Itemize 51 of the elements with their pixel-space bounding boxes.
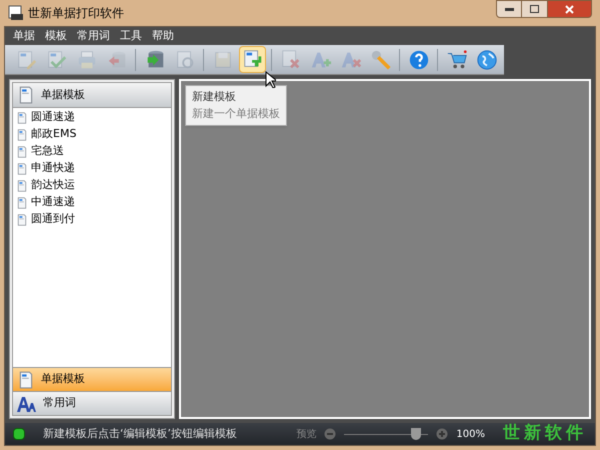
- cart-icon: [446, 48, 468, 70]
- tooltip-text: 新建一个单据模板: [192, 106, 280, 122]
- font-icon: [17, 396, 37, 412]
- maximize-icon: [530, 5, 539, 13]
- document-icon: [17, 86, 35, 104]
- app-icon: [8, 5, 24, 21]
- brand-logo: 世新软件: [503, 422, 587, 446]
- template-list-item[interactable]: 圆通速递: [13, 109, 171, 126]
- check-icon: [46, 48, 68, 70]
- zoom-thumb[interactable]: [410, 428, 421, 440]
- edit-icon: [16, 48, 38, 70]
- panel-title: 单据模板: [41, 86, 85, 103]
- nav-section-button[interactable]: 单据模板: [12, 368, 172, 392]
- template-list-item[interactable]: 中通速递: [13, 194, 171, 211]
- menu-item[interactable]: 单据: [9, 28, 39, 44]
- menu-item[interactable]: 模板: [41, 28, 71, 44]
- delete-icon: [280, 48, 302, 70]
- menu-item[interactable]: 常用词: [73, 28, 114, 44]
- template-list-item[interactable]: 申通快递: [13, 160, 171, 177]
- zoom-label: 预览: [296, 428, 316, 442]
- minimize-icon: [504, 8, 514, 10]
- nav-section-button[interactable]: 常用词: [12, 392, 172, 416]
- template-list-item[interactable]: 宅急送: [13, 143, 171, 160]
- template-list-item[interactable]: 圆通到付: [13, 211, 171, 228]
- zoom-in-icon[interactable]: [436, 428, 448, 440]
- document-icon: [16, 162, 28, 174]
- close-icon: [565, 4, 574, 14]
- template-list-item[interactable]: 韵达快运: [13, 177, 171, 194]
- document-icon: [16, 146, 28, 158]
- menu-item[interactable]: 工具: [116, 28, 146, 44]
- maximize-button[interactable]: [522, 0, 548, 18]
- wrench-icon: [370, 48, 392, 70]
- document-icon: [17, 370, 35, 388]
- zoom-slider[interactable]: [344, 428, 428, 440]
- document-icon: [16, 112, 28, 124]
- document-icon: [16, 196, 28, 208]
- toolbar-button[interactable]: [239, 46, 266, 73]
- status-message: 新建模板后点击‘编辑模板’按钮编辑模板: [43, 426, 237, 442]
- tooltip-title: 新建模板: [192, 89, 237, 105]
- close-button[interactable]: [548, 0, 592, 18]
- document-icon: [16, 180, 28, 192]
- help-icon: [408, 48, 430, 70]
- template-list-item[interactable]: 邮政EMS: [13, 126, 171, 143]
- zoom-out-icon[interactable]: [324, 428, 336, 440]
- zoom-value: 100%: [456, 428, 485, 442]
- document-icon: [16, 214, 28, 226]
- minimize-button[interactable]: [496, 0, 522, 18]
- menu-item[interactable]: 帮助: [148, 28, 178, 44]
- document-icon: [16, 128, 28, 140]
- window-title: 世新单据打印软件: [28, 5, 124, 22]
- status-icon: [13, 428, 25, 440]
